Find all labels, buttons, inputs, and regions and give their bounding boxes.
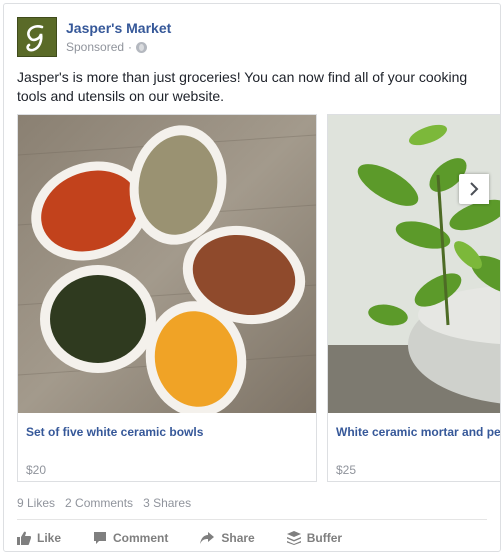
share-label: Share (221, 531, 255, 545)
share-button[interactable]: Share (200, 531, 255, 545)
product-price: $25 (336, 463, 357, 477)
post-meta: Sponsored · (66, 40, 148, 54)
post-actions-bar: Like Comment Share Buffer (17, 526, 487, 550)
comment-button[interactable]: Comment (93, 531, 168, 545)
buffer-button[interactable]: Buffer (286, 531, 343, 545)
chevron-right-icon (470, 182, 479, 196)
product-carousel: Set of five white ceramic bowls $20 Whit… (17, 114, 500, 482)
shares-count-link[interactable]: 3 Shares (143, 496, 191, 510)
carousel-card[interactable]: Set of five white ceramic bowls $20 (17, 114, 317, 482)
jaspers-logo-icon (18, 18, 56, 56)
carousel-next-button[interactable] (459, 174, 489, 204)
product-title[interactable]: White ceramic mortar and pes (336, 425, 500, 439)
ad-post-card: Jasper's Market Sponsored · Jasper's is … (3, 3, 501, 552)
thumbs-up-icon (17, 531, 31, 545)
likes-count-link[interactable]: 9 Likes (17, 496, 55, 510)
post-body-text: Jasper's is more than just groceries! Yo… (17, 69, 468, 104)
mortar-with-herbs-image[interactable] (328, 115, 500, 413)
actions-divider (17, 519, 487, 520)
post-header: Jasper's Market Sponsored · (17, 17, 487, 57)
product-title[interactable]: Set of five white ceramic bowls (26, 425, 203, 439)
page-name-link[interactable]: Jasper's Market (66, 20, 171, 36)
buffer-layers-icon (286, 531, 301, 545)
buffer-label: Buffer (306, 531, 343, 545)
spice-bowls-image[interactable] (18, 115, 316, 413)
speech-bubble-icon (94, 532, 107, 544)
meta-separator: · (128, 40, 133, 54)
product-price: $20 (26, 463, 47, 477)
globe-icon (136, 41, 148, 53)
comments-count-link[interactable]: 2 Comments (65, 496, 133, 510)
page-avatar[interactable] (17, 17, 57, 57)
engagement-stats: 9 Likes 2 Comments 3 Shares (17, 496, 191, 510)
share-arrow-icon (200, 532, 215, 544)
like-label: Like (37, 531, 62, 545)
comment-label: Comment (113, 531, 169, 545)
carousel-card[interactable]: White ceramic mortar and pes $25 (327, 114, 500, 482)
like-button[interactable]: Like (17, 531, 61, 545)
sponsored-label[interactable]: Sponsored (66, 40, 124, 54)
